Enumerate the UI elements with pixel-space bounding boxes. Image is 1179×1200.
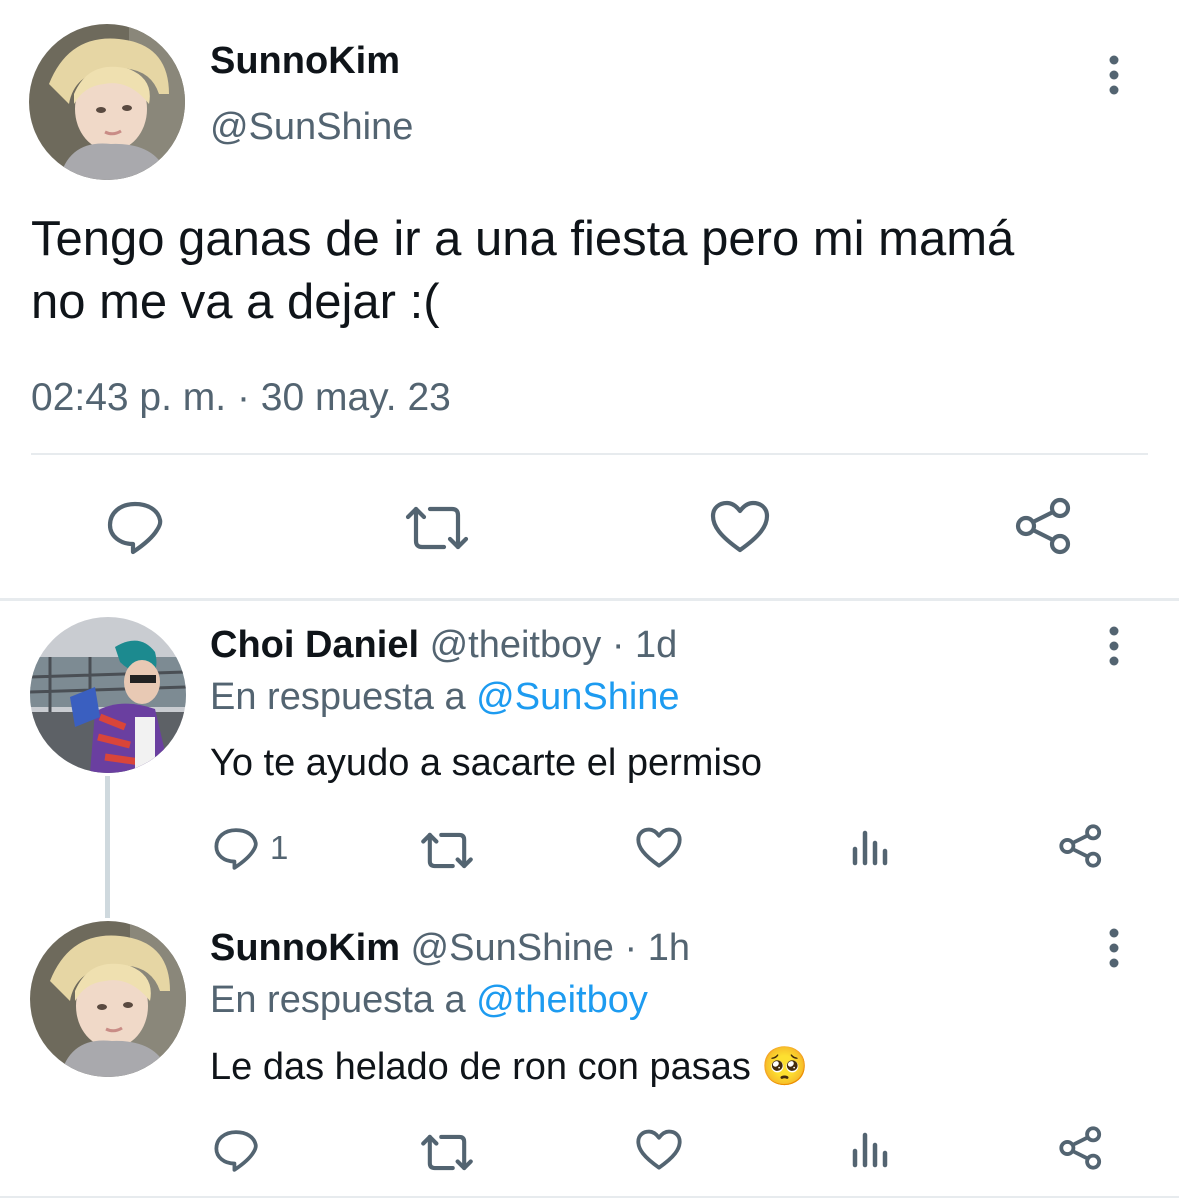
reply1-header: Choi Daniel @theitboy · 1d [210, 624, 677, 667]
reply-icon[interactable] [213, 827, 259, 871]
analytics-icon[interactable] [850, 1131, 890, 1169]
reply2-replying-to: En respuesta a @theitboy [210, 979, 648, 1022]
like-icon[interactable] [636, 827, 682, 869]
divider [31, 453, 1148, 455]
retweet-icon[interactable] [404, 503, 470, 553]
main-tweet-text-line2: no me va a dejar :( [31, 275, 440, 329]
like-icon[interactable] [636, 1129, 682, 1171]
avatar-sunnokim[interactable] [29, 24, 185, 180]
reply2-header: SunnoKim @SunShine · 1h [210, 927, 690, 970]
more-options-icon[interactable] [1104, 55, 1124, 95]
reply2-display-name[interactable]: SunnoKim [210, 927, 400, 969]
pleading-face-emoji: 🥺 [761, 1044, 809, 1088]
main-tweet-text-line1: Tengo ganas de ir a una fiesta pero mi m… [31, 212, 1015, 266]
retweet-icon[interactable] [420, 1132, 474, 1173]
like-icon[interactable] [710, 500, 770, 554]
more-options-icon[interactable] [1104, 626, 1124, 666]
section-divider [0, 598, 1179, 601]
reply-to-link[interactable]: @theitboy [476, 979, 648, 1021]
retweet-icon[interactable] [420, 830, 474, 871]
reply1-replying-to: En respuesta a @SunShine [210, 676, 680, 719]
main-tweet-timestamp[interactable]: 02:43 p. m. · 30 may. 23 [31, 376, 451, 420]
reply2-text: Le das helado de ron con pasas [210, 1046, 751, 1088]
reply-count: 1 [270, 829, 289, 866]
share-icon[interactable] [1014, 497, 1074, 555]
avatar-choi-daniel[interactable] [30, 617, 186, 773]
thread-line [105, 776, 110, 918]
reply-prefix: En respuesta a [210, 979, 466, 1021]
bottom-divider [0, 1196, 1179, 1198]
reply2-handle-time[interactable]: @SunShine · 1h [411, 927, 690, 969]
more-options-icon[interactable] [1104, 928, 1124, 968]
share-icon[interactable] [1058, 1126, 1104, 1170]
reply-prefix: En respuesta a [210, 676, 466, 718]
share-icon[interactable] [1058, 824, 1104, 868]
main-handle[interactable]: @SunShine [210, 106, 413, 149]
reply-to-link[interactable]: @SunShine [476, 676, 679, 718]
analytics-icon[interactable] [850, 829, 890, 867]
avatar-sunnokim[interactable] [30, 921, 186, 1077]
reply1-handle-time[interactable]: @theitboy · 1d [430, 624, 678, 666]
main-display-name[interactable]: SunnoKim [210, 40, 400, 83]
reply1-text: Yo te ayudo a sacarte el permiso [210, 742, 763, 784]
reply-icon[interactable] [106, 500, 164, 556]
reply2-text-row: Le das helado de ron con pasas 🥺 [210, 1044, 809, 1089]
reply-icon[interactable] [213, 1129, 259, 1173]
reply1-display-name[interactable]: Choi Daniel [210, 624, 419, 666]
